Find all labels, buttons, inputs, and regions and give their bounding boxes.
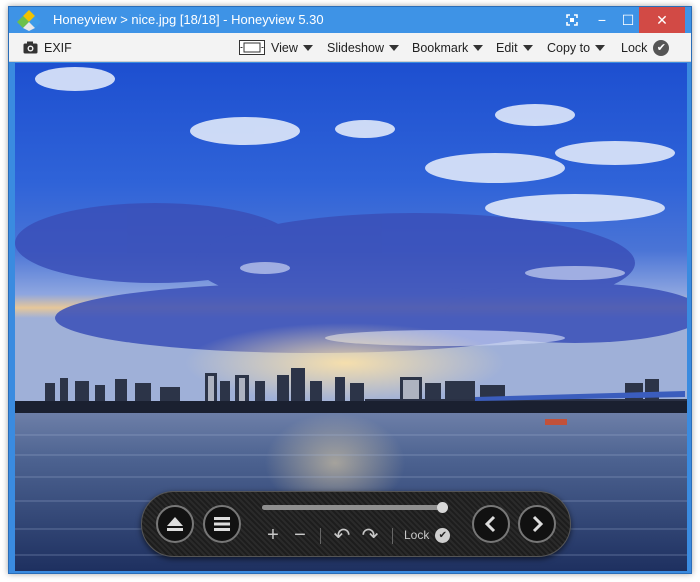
camera-icon bbox=[23, 41, 38, 54]
slideshow-label: Slideshow bbox=[327, 40, 384, 55]
minimize-icon: − bbox=[597, 12, 607, 28]
exif-button[interactable]: EXIF bbox=[23, 33, 72, 62]
plus-icon: + bbox=[267, 523, 279, 546]
rotate-left-button[interactable]: ↶ bbox=[332, 524, 352, 547]
previous-image-button[interactable] bbox=[472, 505, 510, 543]
rotate-right-button[interactable]: ↷ bbox=[360, 524, 380, 547]
panel-lock-toggle[interactable]: Lock ✔ bbox=[404, 526, 451, 544]
chevron-down-icon bbox=[473, 44, 484, 51]
rotate-right-icon: ↷ bbox=[361, 524, 379, 547]
chevron-down-icon bbox=[302, 44, 313, 51]
lock-toggle[interactable]: Lock ✔ bbox=[621, 33, 670, 62]
edit-label: Edit bbox=[496, 40, 518, 55]
eject-icon bbox=[167, 517, 183, 531]
close-button[interactable]: ✕ bbox=[639, 7, 685, 33]
close-icon: ✕ bbox=[656, 11, 668, 28]
menu-button[interactable] bbox=[203, 505, 241, 543]
zoom-in-button[interactable]: + bbox=[264, 524, 282, 546]
hamburger-icon bbox=[214, 517, 230, 531]
separator bbox=[320, 528, 321, 544]
control-panel: + − ↶ ↷ Lock ✔ bbox=[141, 491, 571, 557]
minus-icon: − bbox=[294, 523, 306, 546]
chevron-down-icon bbox=[595, 44, 606, 51]
toolbar: EXIF View Slideshow Bookmark Edit Copy t… bbox=[9, 33, 691, 62]
copy-to-label: Copy to bbox=[547, 40, 591, 55]
bookmark-label: Bookmark bbox=[412, 40, 469, 55]
chevron-left-icon bbox=[484, 515, 496, 533]
panel-lock-label: Lock bbox=[404, 528, 430, 542]
slider-thumb[interactable] bbox=[437, 502, 448, 513]
next-image-button[interactable] bbox=[518, 505, 556, 543]
check-circle-icon: ✔ bbox=[435, 527, 451, 543]
edit-menu[interactable]: Edit bbox=[496, 33, 533, 62]
chevron-down-icon bbox=[388, 44, 399, 51]
maximize-icon: ☐ bbox=[621, 11, 635, 28]
separator bbox=[392, 528, 393, 544]
position-slider[interactable] bbox=[262, 502, 448, 513]
chevron-right-icon bbox=[532, 515, 544, 533]
copy-to-menu[interactable]: Copy to bbox=[547, 33, 606, 62]
zoom-out-button[interactable]: − bbox=[291, 524, 309, 546]
exif-label: EXIF bbox=[44, 40, 72, 55]
window-title: Honeyview > nice.jpg [18/18] - Honeyview… bbox=[53, 12, 324, 27]
bookmark-menu[interactable]: Bookmark bbox=[412, 33, 484, 62]
eject-button[interactable] bbox=[156, 505, 194, 543]
check-circle-icon: ✔ bbox=[653, 39, 670, 56]
app-window: Honeyview > nice.jpg [18/18] - Honeyview… bbox=[8, 6, 692, 574]
view-menu[interactable]: View bbox=[239, 33, 313, 62]
slideshow-menu[interactable]: Slideshow bbox=[327, 33, 399, 62]
rotate-left-icon: ↶ bbox=[333, 524, 351, 547]
lock-label: Lock bbox=[621, 40, 648, 55]
honeyview-logo-icon bbox=[17, 10, 41, 31]
fullscreen-button[interactable] bbox=[559, 7, 585, 33]
chevron-down-icon bbox=[522, 44, 533, 51]
title-bar[interactable]: Honeyview > nice.jpg [18/18] - Honeyview… bbox=[9, 7, 691, 33]
fullscreen-icon bbox=[566, 14, 578, 26]
minimize-button[interactable]: − bbox=[589, 7, 615, 33]
view-label: View bbox=[271, 40, 298, 55]
slider-fill bbox=[262, 505, 442, 510]
maximize-button[interactable]: ☐ bbox=[615, 7, 641, 33]
image-viewport[interactable]: + − ↶ ↷ Lock ✔ bbox=[15, 63, 687, 571]
film-frame-icon bbox=[239, 40, 265, 55]
